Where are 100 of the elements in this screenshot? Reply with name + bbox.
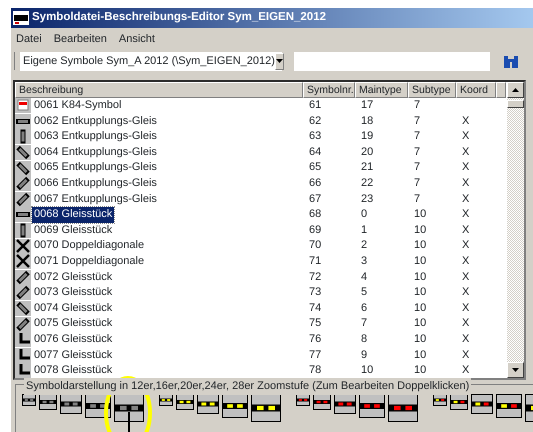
table-cell: X [462, 270, 470, 283]
table-cell: 7 [414, 146, 420, 158]
file-select[interactable]: Eigene Symbole Sym_A 2012 (\Sym_EIGEN_2012) [20, 52, 282, 70]
table-cell-text: 0061 K84-Symbol [33, 98, 122, 113]
table-cell: 61 [309, 99, 322, 111]
table-cell-text: 0078 Gleisstück [33, 363, 114, 378]
table-cell: 6 [361, 302, 368, 314]
table-cell: 2 [361, 239, 368, 252]
window-title: Symboldatei-Beschreibungs-Editor Sym_EIGEN_2012 [32, 10, 326, 26]
table-cell: 7 [414, 161, 420, 174]
table-cell: 10 [414, 208, 426, 220]
table-cell: 17 [361, 99, 374, 111]
table-cell: 68 [309, 208, 322, 220]
table-cell: 76 [309, 332, 322, 345]
table-cell: 7 [414, 99, 420, 111]
table-cell-text: 0075 Gleisstück [33, 316, 114, 332]
table-cell-text: 0066 Entkupplungs-Gleis [33, 176, 158, 191]
menu-item[interactable]: Bearbeiten [54, 31, 107, 46]
table-cell: 10 [414, 302, 426, 314]
table-cell: 10 [414, 286, 426, 298]
table-cell-text: 0063 Entkupplungs-Gleis [33, 129, 158, 144]
table-cell-text: 0072 Gleisstück [33, 270, 114, 285]
table-cell: 5 [361, 286, 368, 298]
table-cell: 18 [361, 114, 374, 127]
menu-item[interactable]: Datei [16, 31, 42, 46]
column-header[interactable]: Symbolnr. [303, 82, 355, 98]
column-header[interactable]: Maintype [355, 82, 408, 98]
table-cell: 10 [414, 254, 426, 267]
table-cell: 1 [361, 224, 368, 236]
table-cell: 71 [309, 254, 322, 267]
table-cell: 9 [361, 348, 368, 360]
table-cell: 67 [309, 192, 322, 205]
table-cell: 3 [361, 254, 368, 267]
table-cell: 23 [361, 192, 374, 205]
table-cell: X [462, 114, 470, 127]
table-cell: X [462, 224, 470, 236]
table-cell: X [462, 146, 470, 158]
table-cell: X [462, 176, 470, 189]
table-cell: 7 [361, 317, 368, 330]
menu-item[interactable]: Ansicht [118, 31, 155, 46]
table-cell: 22 [361, 176, 374, 189]
table-cell: X [462, 364, 470, 376]
table-cell-text: 0065 Entkupplungs-Gleis [33, 160, 158, 176]
table-cell: 8 [361, 332, 368, 345]
table-cell: 4 [361, 270, 368, 283]
table-cell: 64 [309, 146, 322, 158]
table-cell: X [462, 208, 470, 220]
table-cell-text: 0064 Entkupplungs-Gleis [33, 144, 158, 160]
table-cell-text: 0062 Entkupplungs-Gleis [33, 114, 158, 129]
table-cell: 7 [414, 114, 420, 127]
table-cell: 73 [309, 286, 322, 298]
table-cell: X [462, 161, 470, 174]
table-cell-text: 0076 Gleisstück [33, 332, 114, 347]
table-cell: 19 [361, 130, 374, 142]
table-cell-text: 0077 Gleisstück [33, 348, 114, 362]
column-header[interactable]: Koord [456, 82, 496, 98]
table-cell: 70 [309, 239, 322, 252]
table-cell: X [462, 332, 470, 345]
table-cell: X [462, 286, 470, 298]
table-cell: 7 [414, 176, 420, 189]
table-cell-text: 0074 Gleisstück [33, 300, 114, 316]
table-cell: X [462, 348, 470, 360]
table-cell: 10 [414, 317, 426, 330]
table-cell: 74 [309, 302, 322, 314]
table-cell-text: 0067 Entkupplungs-Gleis [33, 192, 158, 207]
table-cell: 10 [414, 239, 426, 252]
table-cell: 63 [309, 130, 322, 142]
table-cell: X [462, 254, 470, 267]
table-cell: 10 [361, 364, 374, 376]
table-cell: 0 [361, 208, 368, 220]
group-label: Symboldarstellung in 12er,16er,20er,24er, 28er Zoomstufe (Zum Bearbeiten Doppelklicken) [24, 378, 472, 394]
table-cell: 10 [414, 224, 426, 236]
table-cell: 20 [361, 146, 374, 158]
table-cell-text: 0073 Gleisstück [33, 285, 114, 300]
table-cell: 7 [414, 130, 420, 142]
table-cell-text: 0070 Doppeldiagonale [33, 238, 146, 254]
table-cell: 69 [309, 224, 322, 236]
table-cell: X [462, 317, 470, 330]
table-cell: 65 [309, 161, 322, 174]
table-cell: X [462, 130, 470, 142]
table-cell: 0068 Gleisstück [32, 207, 114, 223]
table-cell: 10 [414, 332, 426, 345]
table-cell: X [462, 302, 470, 314]
column-header[interactable]: Beschreibung [15, 82, 303, 98]
table-cell: 62 [309, 114, 322, 127]
table-cell: 77 [309, 348, 322, 360]
table-cell: 75 [309, 317, 322, 330]
table-cell: 66 [309, 176, 322, 189]
table-cell: 21 [361, 161, 374, 174]
table-cell: X [462, 192, 470, 205]
table-cell: 78 [309, 364, 322, 376]
table-cell-text: 0069 Gleisstück [33, 222, 114, 238]
table-cell: 10 [414, 270, 426, 283]
column-header[interactable]: Subtype [408, 82, 456, 98]
table-cell: 72 [309, 270, 322, 283]
table-cell-text: 0071 Doppeldiagonale [33, 254, 146, 269]
table-cell: 7 [414, 192, 420, 205]
table-cell: X [462, 239, 470, 252]
table-cell: 10 [414, 364, 426, 376]
table-cell: 10 [414, 348, 426, 360]
